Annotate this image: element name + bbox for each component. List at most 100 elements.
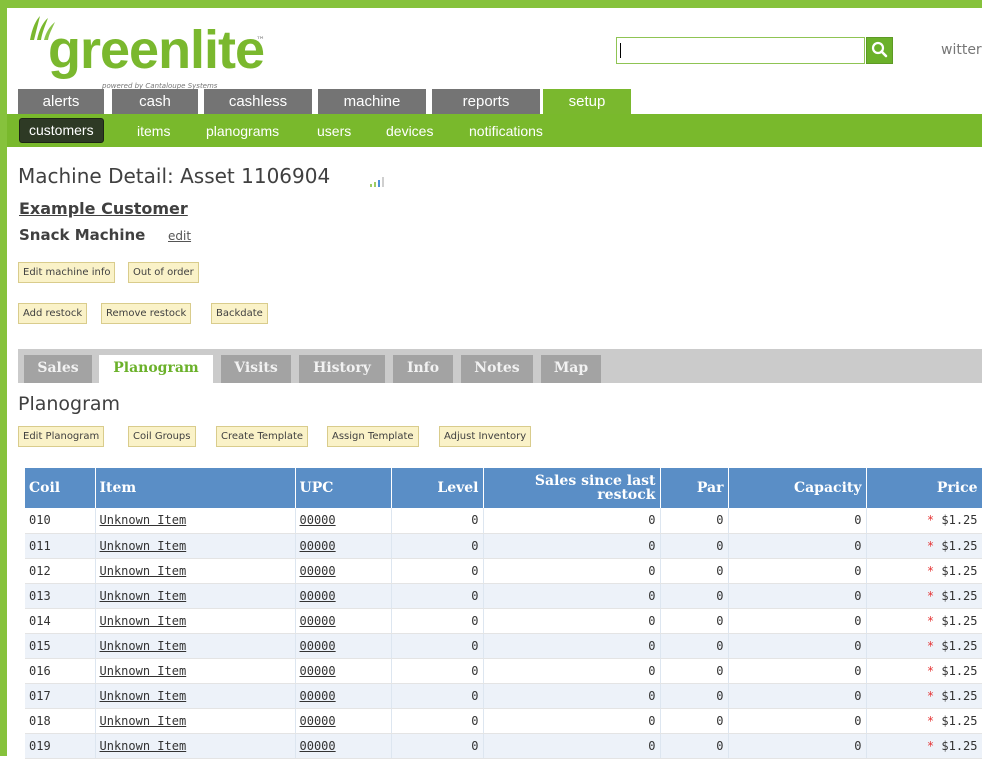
column-header-price[interactable]: Price (866, 468, 982, 508)
price-flag-icon: * (926, 563, 935, 578)
price-value: $1.25 (941, 713, 978, 728)
tab-cashless[interactable]: cashless (204, 89, 312, 114)
item-link[interactable]: Unknown Item (95, 558, 296, 584)
tab-notes[interactable]: Notes (461, 355, 533, 383)
item-link[interactable]: Unknown Item (95, 583, 296, 609)
column-header-par[interactable]: Par (660, 468, 729, 508)
price-flag-icon: * (926, 688, 935, 703)
tab-machine[interactable]: machine (318, 89, 426, 114)
item-link[interactable]: Unknown Item (95, 633, 296, 659)
par-cell: 0 (660, 583, 729, 609)
subnav-items[interactable]: items (137, 123, 170, 139)
sales-cell: 0 (483, 583, 661, 609)
price-flag-icon: * (926, 738, 935, 753)
price-cell: * $1.25 (866, 633, 982, 659)
tab-history[interactable]: History (299, 355, 385, 383)
price-cell: * $1.25 (866, 533, 982, 559)
tab-reports[interactable]: reports (432, 89, 540, 114)
subnav-notifications[interactable]: notifications (469, 123, 543, 139)
level-cell: 0 (391, 533, 484, 559)
subnav-users[interactable]: users (317, 123, 351, 139)
table-row: 017 Unknown Item 00000 0 0 0 0 * $1.25 (25, 683, 982, 709)
table-row: 016 Unknown Item 00000 0 0 0 0 * $1.25 (25, 658, 982, 684)
price-value: $1.25 (941, 588, 978, 603)
capacity-cell: 0 (728, 733, 867, 759)
price-flag-icon: * (926, 513, 935, 528)
edit-machine-link[interactable]: edit (168, 229, 191, 243)
column-header-capacity[interactable]: Capacity (728, 468, 867, 508)
create-template-button[interactable]: Create Template (216, 426, 309, 447)
tab-cash[interactable]: cash (112, 89, 198, 114)
table-row: 019 Unknown Item 00000 0 0 0 0 * $1.25 (25, 733, 982, 759)
tab-info[interactable]: Info (393, 355, 453, 383)
upc-link[interactable]: 00000 (295, 658, 392, 684)
tab-setup[interactable]: setup (543, 89, 631, 116)
coil-groups-button[interactable]: Coil Groups (128, 426, 196, 447)
top-border (0, 0, 982, 8)
price-flag-icon: * (926, 538, 935, 553)
tab-sales[interactable]: Sales (24, 355, 92, 383)
upc-link[interactable]: 00000 (295, 508, 392, 534)
price-cell: * $1.25 (866, 583, 982, 609)
machine-name: Snack Machine (19, 226, 146, 244)
assign-template-button[interactable]: Assign Template (327, 426, 419, 447)
capacity-cell: 0 (728, 658, 867, 684)
out-of-order-button[interactable]: Out of order (128, 262, 199, 283)
upc-link[interactable]: 00000 (295, 733, 392, 759)
adjust-inventory-button[interactable]: Adjust Inventory (439, 426, 532, 447)
par-cell: 0 (660, 608, 729, 634)
page-title: Machine Detail: Asset 1106904 (18, 164, 331, 188)
backdate-button[interactable]: Backdate (211, 303, 268, 324)
subnav-customers[interactable]: customers (19, 118, 104, 143)
upc-link[interactable]: 00000 (295, 558, 392, 584)
user-name-link[interactable]: witter (941, 42, 982, 58)
item-link[interactable]: Unknown Item (95, 683, 296, 709)
tab-map[interactable]: Map (541, 355, 601, 383)
upc-link[interactable]: 00000 (295, 583, 392, 609)
subnav-devices[interactable]: devices (386, 123, 433, 139)
sales-cell: 0 (483, 658, 661, 684)
tab-visits[interactable]: Visits (221, 355, 291, 383)
coil-cell: 012 (25, 558, 96, 584)
column-header-level[interactable]: Level (391, 468, 484, 508)
item-link[interactable]: Unknown Item (95, 733, 296, 759)
coil-cell: 018 (25, 708, 96, 734)
capacity-cell: 0 (728, 533, 867, 559)
search-input[interactable] (616, 37, 865, 64)
price-cell: * $1.25 (866, 658, 982, 684)
item-link[interactable]: Unknown Item (95, 708, 296, 734)
column-header-sales-since-restock[interactable]: Sales since last restock (483, 468, 661, 508)
price-value: $1.25 (941, 638, 978, 653)
subnav-planograms[interactable]: planograms (206, 123, 279, 139)
item-link[interactable]: Unknown Item (95, 533, 296, 559)
item-link[interactable]: Unknown Item (95, 608, 296, 634)
sales-cell: 0 (483, 533, 661, 559)
search-button[interactable] (866, 37, 893, 64)
tab-planogram[interactable]: Planogram (99, 355, 213, 384)
customer-link[interactable]: Example Customer (19, 199, 188, 218)
price-cell: * $1.25 (866, 733, 982, 759)
table-row: 010 Unknown Item 00000 0 0 0 0 * $1.25 (25, 508, 982, 534)
level-cell: 0 (391, 658, 484, 684)
greenlite-logo[interactable]: greenlite ™ powered by Cantaloupe System… (28, 14, 288, 90)
upc-link[interactable]: 00000 (295, 683, 392, 709)
edit-planogram-button[interactable]: Edit Planogram (18, 426, 105, 447)
upc-link[interactable]: 00000 (295, 708, 392, 734)
upc-link[interactable]: 00000 (295, 608, 392, 634)
search-icon (871, 41, 888, 58)
capacity-cell: 0 (728, 508, 867, 534)
item-link[interactable]: Unknown Item (95, 508, 296, 534)
sub-nav: customers items planograms users devices… (7, 114, 982, 147)
column-header-item[interactable]: Item (95, 468, 296, 508)
price-value: $1.25 (941, 613, 978, 628)
column-header-coil[interactable]: Coil (25, 468, 96, 508)
add-restock-button[interactable]: Add restock (18, 303, 88, 324)
remove-restock-button[interactable]: Remove restock (101, 303, 192, 324)
edit-machine-info-button[interactable]: Edit machine info (18, 262, 116, 283)
level-cell: 0 (391, 708, 484, 734)
item-link[interactable]: Unknown Item (95, 658, 296, 684)
tab-alerts[interactable]: alerts (18, 89, 104, 114)
upc-link[interactable]: 00000 (295, 633, 392, 659)
upc-link[interactable]: 00000 (295, 533, 392, 559)
column-header-upc[interactable]: UPC (295, 468, 392, 508)
